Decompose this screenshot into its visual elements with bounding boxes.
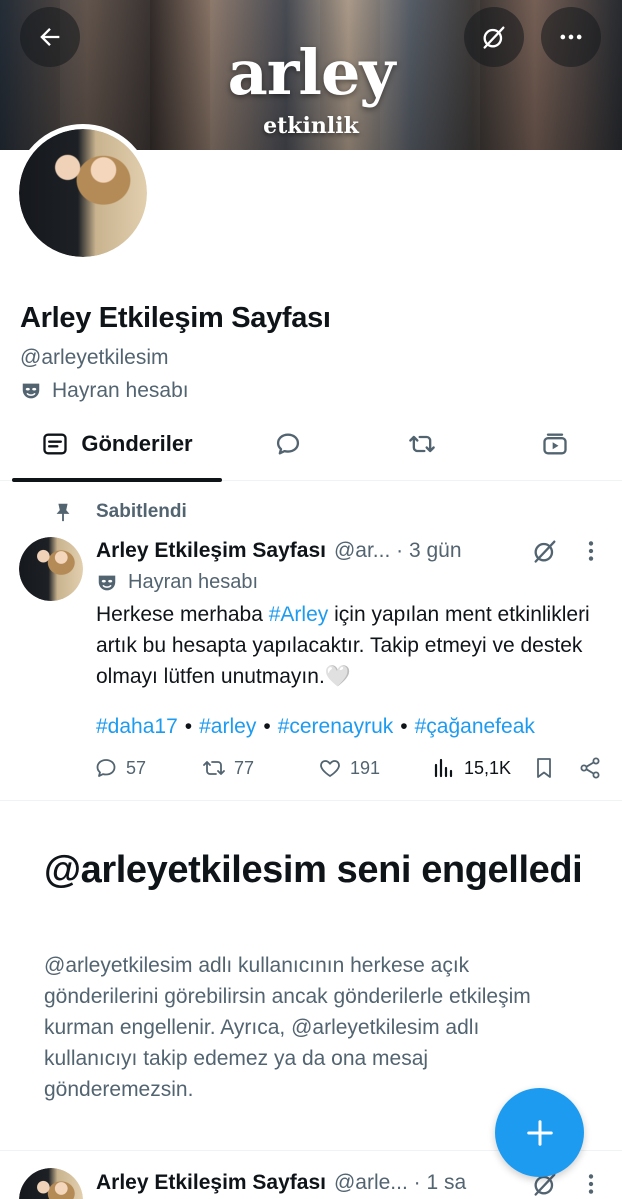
reply-icon — [96, 759, 116, 777]
divider — [0, 800, 622, 801]
tweet-handle-time: @ar... · 3 gün — [333, 539, 462, 562]
avatar-image — [19, 1168, 83, 1199]
plus-icon — [526, 1119, 553, 1146]
bookmark-button[interactable] — [532, 756, 556, 780]
tweet-text-part: Herkese merhaba — [96, 603, 269, 626]
pinned-indicator: Sabitlendi — [52, 500, 187, 524]
profile-avatar[interactable] — [14, 124, 152, 262]
tweet-text: Herkese merhaba #Arley için yapılan ment… — [96, 599, 606, 692]
tweet-avatar[interactable] — [19, 537, 83, 601]
profile-handle: @arleyetkilesim — [20, 346, 169, 369]
tweet-author-name[interactable]: Arley Etkileşim Sayfası — [96, 1171, 326, 1195]
tweet-header: Arley Etkileşim Sayfası @ar... · 3 gün — [96, 539, 462, 563]
heart-icon — [320, 760, 340, 777]
profile-category-label: Hayran hesabı — [52, 379, 189, 402]
avatar-image — [19, 537, 83, 601]
tweet-grok-button[interactable] — [531, 537, 559, 570]
like-count: 191 — [350, 757, 381, 778]
repost-icon — [409, 435, 435, 453]
media-icon — [543, 433, 567, 455]
bookmark-icon — [537, 758, 551, 778]
blocked-notice-text: @arleyetkilesim adlı kullanıcının herkes… — [44, 954, 531, 1101]
view-count: 15,1K — [464, 757, 512, 778]
profile-tabs: Gönderiler — [0, 407, 622, 482]
banner-title: arley — [227, 36, 396, 109]
hashtag-link[interactable]: #cerenayruk — [278, 715, 394, 738]
arrow-left-icon — [40, 28, 60, 46]
more-button[interactable] — [541, 7, 601, 67]
repost-icon — [203, 761, 225, 775]
pin-icon — [56, 503, 70, 522]
hashtag-separator: • — [263, 715, 271, 738]
like-button[interactable]: 191 — [318, 756, 380, 780]
more-vertical-icon — [588, 541, 594, 561]
tweet-actions: 57 77 191 15,1K — [92, 756, 604, 788]
posts-icon — [43, 433, 68, 455]
blocked-notice-title: @arleyetkilesim seni engelledi — [44, 849, 583, 891]
compose-button[interactable] — [495, 1088, 584, 1177]
share-icon — [580, 757, 600, 779]
tab-posts-label: Gönderiler — [81, 431, 193, 456]
reply-count: 57 — [126, 757, 147, 778]
hashtag-separator: • — [400, 715, 408, 738]
tweet-author-category: Hayran hesabı — [96, 571, 258, 594]
tweet-more-button[interactable] — [578, 537, 604, 570]
tweet-header: Arley Etkileşim Sayfası @arle... · 1 sa — [96, 1171, 466, 1195]
tab-replies[interactable] — [238, 407, 338, 481]
active-tab-indicator — [12, 478, 222, 482]
tweet-avatar[interactable] — [19, 1168, 83, 1199]
hashtag-separator: • — [184, 715, 193, 738]
profile-display-name: Arley Etkileşim Sayfası — [20, 302, 331, 334]
more-vertical-icon — [588, 1174, 594, 1194]
tweet-hashtags: #daha17 • #arley • #cerenayruk • #çağanefeak — [96, 711, 535, 742]
reply-button[interactable]: 57 — [94, 756, 146, 780]
tweet-author-name[interactable]: Arley Etkileşim Sayfası — [96, 539, 326, 563]
mask-icon — [96, 572, 118, 594]
tweet-more-button[interactable] — [578, 1170, 604, 1199]
share-button[interactable] — [578, 756, 602, 780]
mask-icon — [20, 380, 42, 402]
tweet-handle-time: @arle... · 1 sa — [333, 1171, 467, 1194]
pinned-label: Sabitlendi — [96, 501, 187, 522]
tweet-category-label: Hayran hesabı — [128, 571, 259, 593]
grok-icon — [483, 26, 505, 49]
grok-icon — [534, 540, 556, 563]
back-button[interactable] — [20, 7, 80, 67]
hashtag-link[interactable]: #çağanefeak — [415, 715, 535, 738]
tab-posts[interactable]: Gönderiler — [12, 407, 222, 482]
profile-category: Hayran hesabı — [20, 379, 189, 403]
reply-icon — [276, 433, 300, 455]
more-horizontal-icon — [560, 34, 582, 40]
tab-reposts[interactable] — [372, 407, 472, 481]
repost-count: 77 — [234, 757, 255, 778]
hashtag-link[interactable]: #daha17 — [96, 715, 178, 738]
avatar-image — [19, 129, 147, 257]
tab-media[interactable] — [505, 407, 605, 481]
views-button[interactable]: 15,1K — [432, 756, 511, 780]
hashtag-link[interactable]: #Arley — [269, 603, 329, 626]
hashtag-link[interactable]: #arley — [199, 715, 256, 738]
analytics-icon — [434, 758, 453, 778]
grok-button[interactable] — [464, 7, 524, 67]
repost-button[interactable]: 77 — [202, 756, 254, 780]
